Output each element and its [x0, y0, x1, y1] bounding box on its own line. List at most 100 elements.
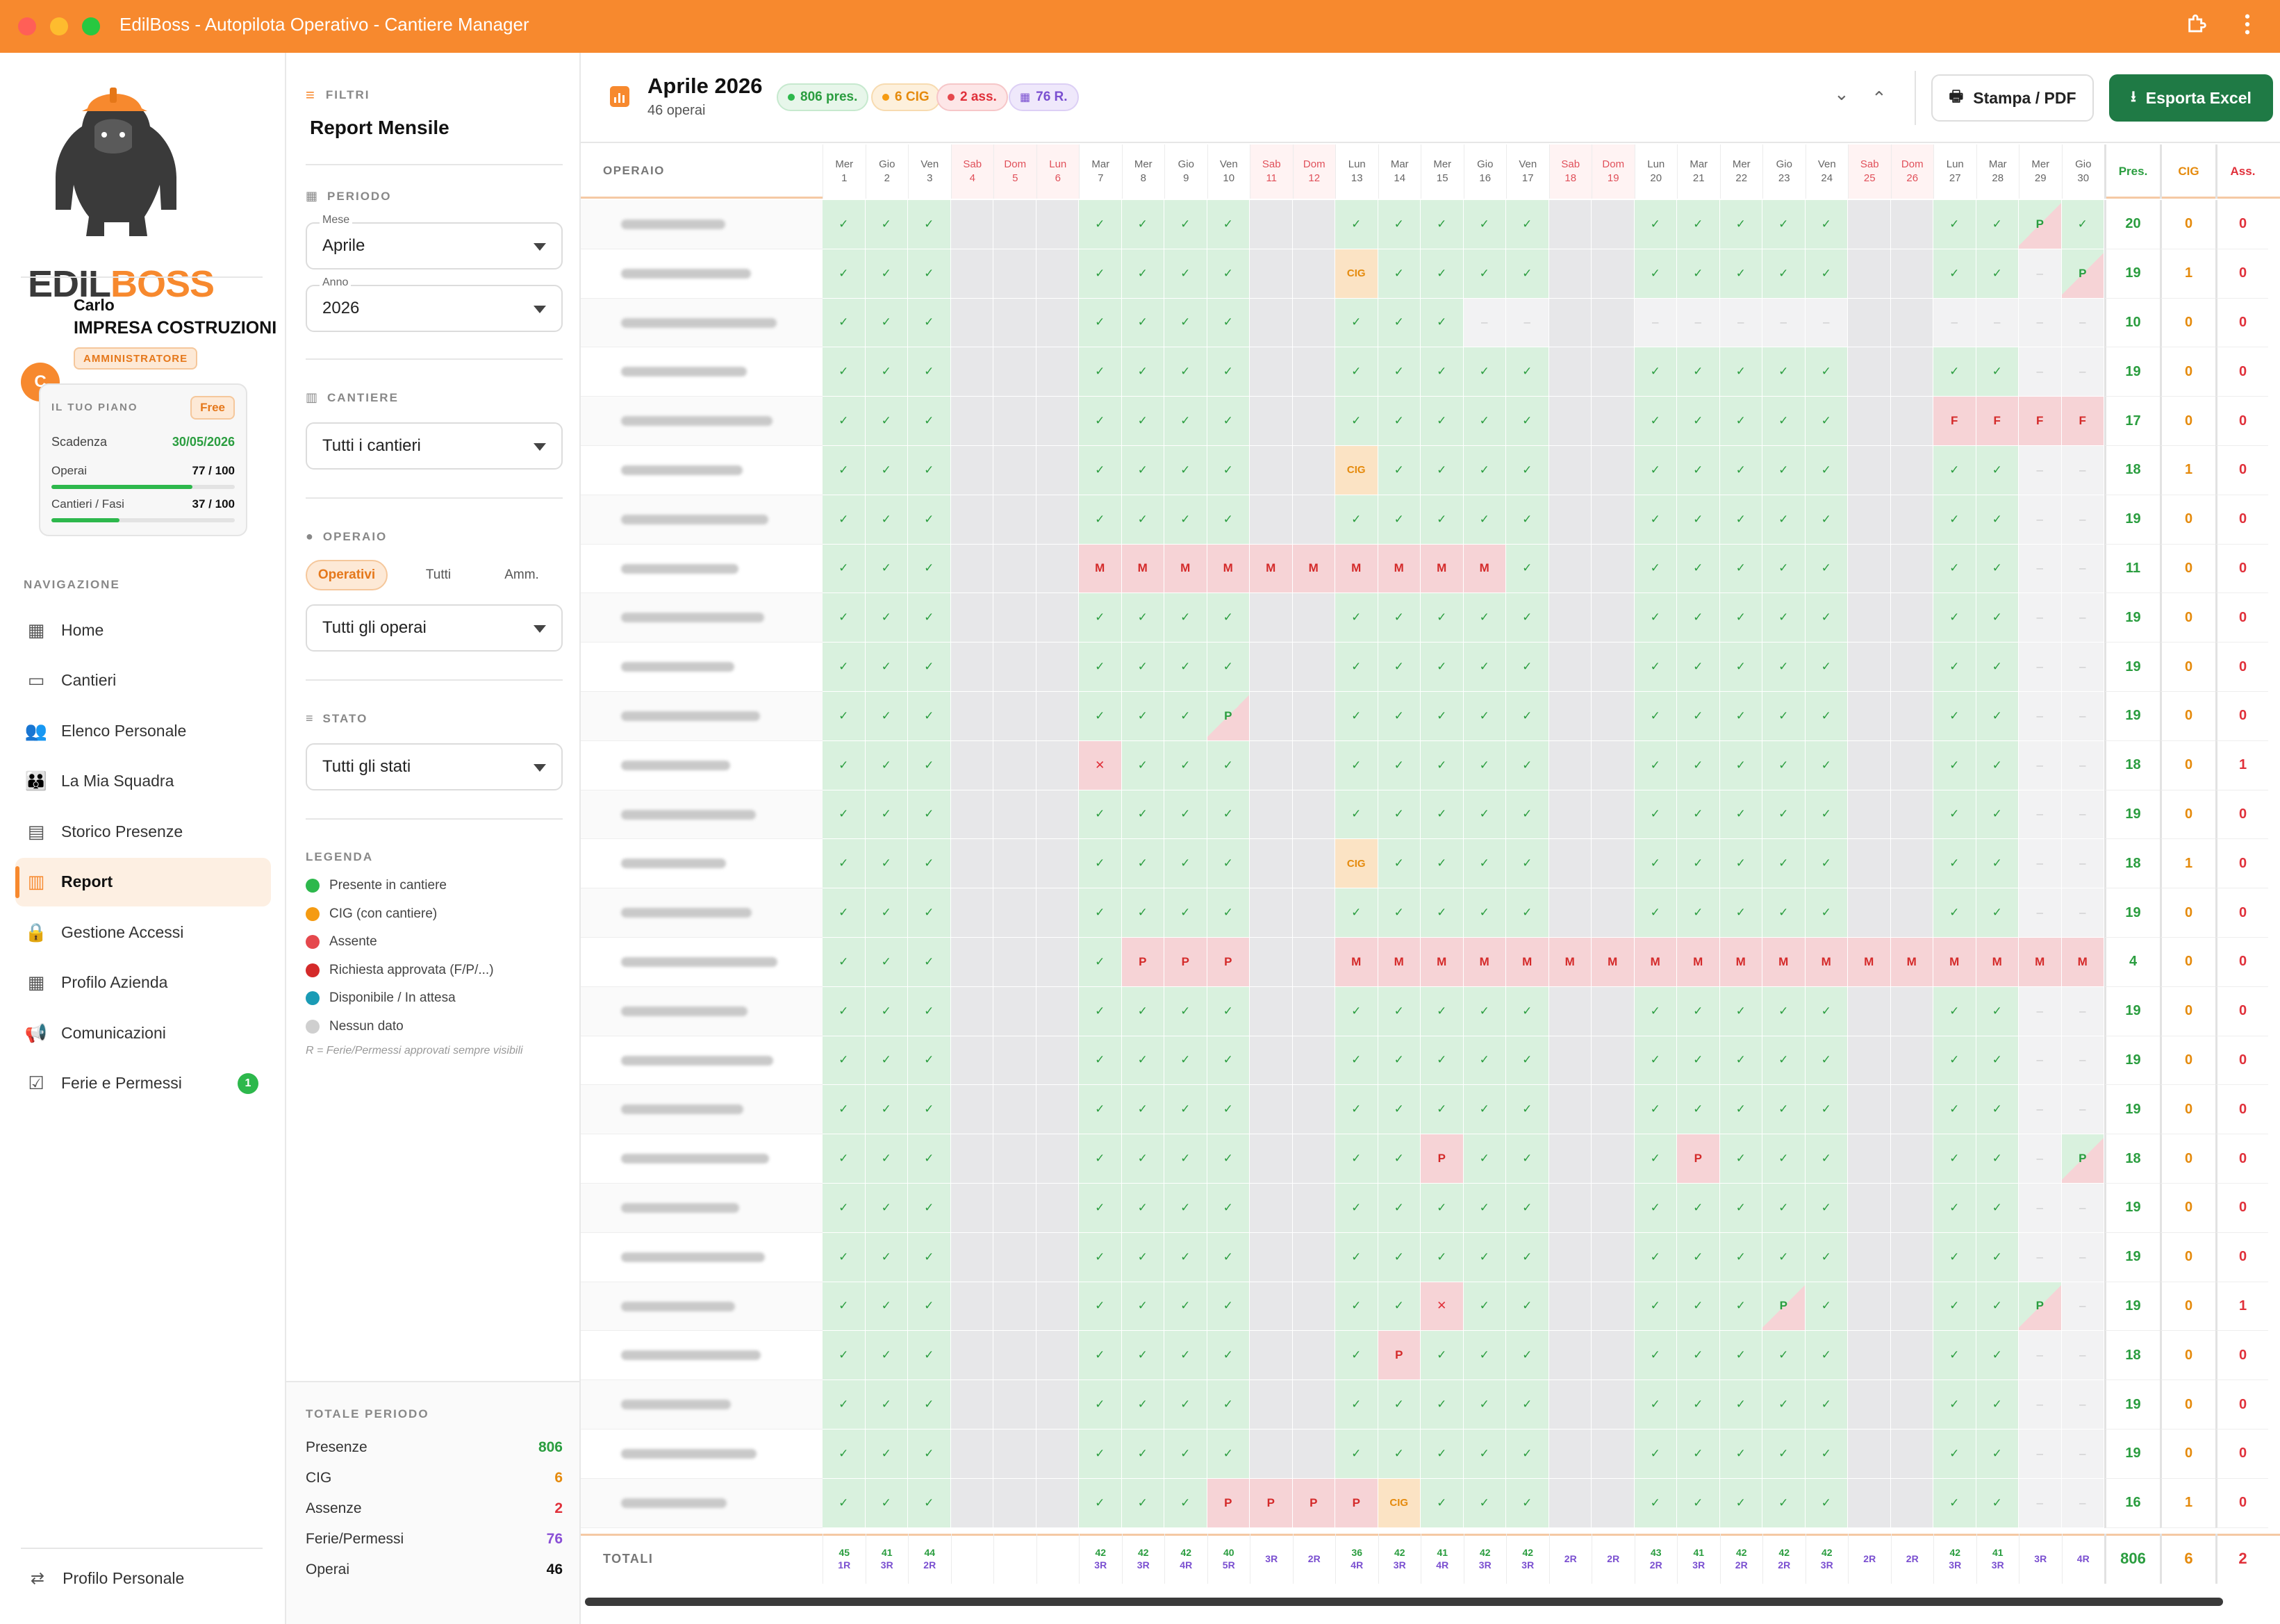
row-total-ass: 0: [2215, 643, 2268, 692]
sidebar-item-comunicazioni[interactable]: 📢 Comunicazioni: [15, 1009, 271, 1057]
sidebar-item-home[interactable]: ▦ Home: [15, 606, 271, 654]
print-pdf-button[interactable]: 🖶 Stampa / PDF: [1931, 74, 2094, 122]
status-select[interactable]: Tutti gli stati: [306, 743, 563, 790]
attendance-cell-present: ✓: [1805, 1232, 1848, 1282]
worker-name-cell[interactable]: [581, 495, 823, 545]
attendance-cell-empty: –: [2061, 1430, 2104, 1479]
worker-name-cell[interactable]: [581, 839, 823, 889]
day-total-present: 42: [1137, 1546, 1149, 1558]
attendance-cell-present: ✓: [1719, 347, 1762, 397]
row-total-cig: 1: [2160, 249, 2215, 299]
attendance-cell-weekend: [1250, 593, 1293, 643]
worker-name-cell[interactable]: [581, 347, 823, 397]
attendance-cell-present: ✓: [1634, 888, 1677, 938]
attendance-cell-weekend: [1250, 249, 1293, 299]
month-select[interactable]: Mese Aprile: [306, 214, 563, 270]
worker-name-cell[interactable]: [581, 200, 823, 249]
chevron-up-icon[interactable]: ⌃: [1872, 88, 1887, 109]
worker-name-cell[interactable]: [581, 740, 823, 790]
profile-link[interactable]: ⇄ Profilo Personale: [31, 1568, 184, 1589]
attendance-cell-present: ✓: [1976, 839, 2019, 889]
row-total-pres: 17: [2104, 397, 2160, 446]
sidebar-item-la-mia-squadra[interactable]: 👪 La Mia Squadra: [15, 757, 271, 806]
attendance-cell-weekend: [1548, 1282, 1592, 1332]
attendance-cell-present: ✓: [823, 200, 866, 249]
sidebar-item-gestione-accessi[interactable]: 🔒 Gestione Accessi: [15, 908, 271, 956]
calendar-icon: ▦: [1020, 92, 1031, 103]
day-total-requests: 2R: [1307, 1552, 1321, 1564]
worker-name-cell[interactable]: [581, 593, 823, 643]
puzzle-icon[interactable]: [2186, 13, 2209, 42]
sidebar-item-profilo-azienda[interactable]: ▦ Profilo Azienda: [15, 959, 271, 1007]
worker-select[interactable]: Tutti gli operai: [306, 604, 563, 652]
worker-tab-tutti[interactable]: Tutti: [397, 560, 479, 590]
attendance-cell-present: ✓: [1719, 986, 1762, 1036]
year-select[interactable]: Anno 2026: [306, 276, 563, 332]
attendance-cell-weekend: [1250, 839, 1293, 889]
sidebar-item-elenco-personale[interactable]: 👥 Elenco Personale: [15, 706, 271, 755]
grand-total-totals_ass: 2: [2215, 1533, 2268, 1584]
worker-name-cell[interactable]: [581, 1380, 823, 1430]
attendance-cell-present: ✓: [1805, 1134, 1848, 1184]
worker-name-cell[interactable]: [581, 298, 823, 348]
worker-name-cell[interactable]: [581, 1478, 823, 1528]
attendance-cell-present: ✓: [1634, 1036, 1677, 1086]
sidebar-item-cantieri[interactable]: ▭ Cantieri: [15, 656, 271, 705]
worker-name-cell[interactable]: [581, 544, 823, 594]
worker-tab-amm[interactable]: Amm.: [481, 560, 563, 590]
sidebar-item-ferie-e-permessi[interactable]: ☑ Ferie e Permessi 1: [15, 1059, 271, 1108]
chevron-down-icon[interactable]: ⌄: [1834, 83, 1849, 105]
attendance-cell-weekend: [1250, 1085, 1293, 1135]
worker-name-cell[interactable]: [581, 1282, 823, 1332]
worker-name-cell[interactable]: [581, 1036, 823, 1086]
attendance-cell-present: ✓: [1378, 446, 1421, 495]
close-window-button[interactable]: [18, 17, 36, 35]
worker-name-cell[interactable]: [581, 643, 823, 692]
attendance-cell-present: ✓: [1677, 1331, 1720, 1381]
worker-name-cell[interactable]: [581, 790, 823, 840]
worker-tab-operativi[interactable]: Operativi: [306, 560, 388, 590]
row-total-ass: 0: [2215, 1085, 2268, 1135]
worker-name-cell[interactable]: [581, 249, 823, 299]
maximize-window-button[interactable]: [82, 17, 100, 35]
day-number: 27: [1949, 172, 1961, 184]
worker-name-cell[interactable]: [581, 1232, 823, 1282]
worker-name-cell[interactable]: [581, 1184, 823, 1233]
day-total-cell: 44 2R: [908, 1533, 951, 1584]
worker-name-cell[interactable]: [581, 1085, 823, 1135]
row-total-pres: 19: [2104, 643, 2160, 692]
attendance-cell-present: ✓: [1079, 446, 1122, 495]
attendance-cell-present: ✓: [1463, 1036, 1506, 1086]
attendance-cell-weekend: [1592, 888, 1635, 938]
worker-name-cell[interactable]: [581, 446, 823, 495]
sidebar-item-storico-presenze[interactable]: ▤ Storico Presenze: [15, 807, 271, 856]
attendance-cell-present: ✓: [1378, 1036, 1421, 1086]
attendance-cell-weekend: [950, 643, 993, 692]
day-total-present: 42: [1095, 1546, 1107, 1558]
legend-item-label: CIG (con cantiere): [329, 906, 438, 921]
worker-name-cell[interactable]: [581, 1331, 823, 1381]
attendance-cell-weekend: [1292, 200, 1335, 249]
site-select[interactable]: Tutti i cantieri: [306, 422, 563, 470]
horizontal-scrollbar[interactable]: [585, 1598, 2223, 1606]
worker-name-cell[interactable]: [581, 1134, 823, 1184]
worker-name-cell[interactable]: [581, 986, 823, 1036]
worker-name-cell[interactable]: [581, 888, 823, 938]
worker-name-cell[interactable]: [581, 397, 823, 446]
attendance-cell-present: ✓: [1762, 544, 1806, 594]
day-total-cell: 4R: [2061, 1533, 2105, 1584]
worker-name-cell[interactable]: [581, 938, 823, 987]
sidebar-item-report[interactable]: ▥ Report: [15, 857, 271, 906]
attendance-cell-empty: –: [2061, 643, 2104, 692]
sidebar: EDILBOSS C Carlo IMPRESA COSTRUZIONI AMM…: [0, 53, 286, 1624]
more-menu-icon[interactable]: [2244, 13, 2251, 42]
attendance-cell-present: ✓: [1506, 643, 1549, 692]
attendance-cell-weekend: [1848, 544, 1891, 594]
attendance-cell-present: ✓: [1933, 200, 1976, 249]
export-excel-button[interactable]: ⭳ Esporta Excel: [2109, 74, 2273, 122]
attendance-cell-present: ✓: [908, 1184, 951, 1233]
worker-name-cell[interactable]: [581, 1430, 823, 1479]
worker-name-cell[interactable]: [581, 692, 823, 741]
attendance-cell-present: ✓: [865, 1478, 908, 1528]
minimize-window-button[interactable]: [50, 17, 68, 35]
